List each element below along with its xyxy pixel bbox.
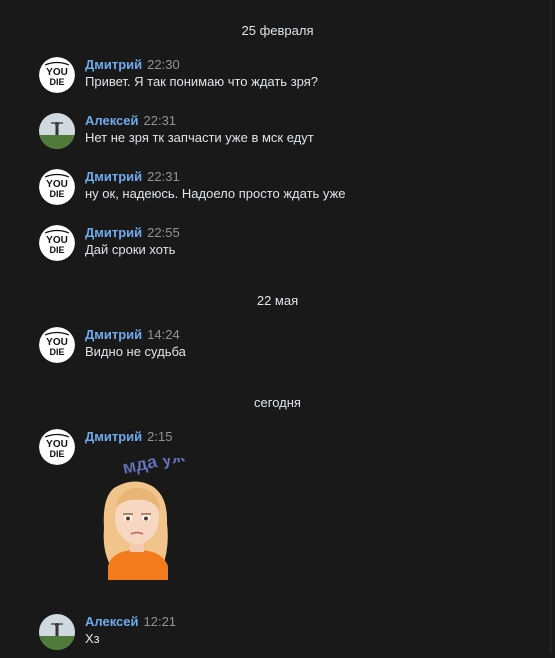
avatar-dmitry[interactable]: YOU DIE	[39, 327, 75, 363]
message-author[interactable]: Алексей	[85, 113, 139, 128]
message-time: 22:30	[147, 57, 180, 72]
youdie-avatar-icon: YOU DIE	[39, 327, 75, 363]
message-text: Нет не зря тк запчасти уже в мск едут	[85, 130, 314, 145]
landscape-avatar-icon	[39, 614, 75, 650]
youdie-avatar-icon: YOU DIE	[39, 169, 75, 205]
message-text: Видно не судьба	[85, 344, 186, 359]
message-author[interactable]: Дмитрий	[85, 327, 142, 342]
avatar-alexey[interactable]	[39, 113, 75, 149]
message-time: 12:21	[143, 614, 177, 629]
svg-text:DIE: DIE	[49, 245, 64, 255]
message-time: 22:55	[147, 225, 180, 240]
youdie-avatar-icon: YOU DIE	[39, 57, 75, 93]
message-item: YOU DIE Дмитрий 22:31 ну ок, надеюсь. Над…	[39, 169, 539, 213]
message-author[interactable]: Дмитрий	[85, 225, 142, 240]
message-author[interactable]: Алексей	[85, 614, 139, 629]
avatar-dmitry[interactable]: YOU DIE	[39, 169, 75, 205]
message-item: Алексей 12:21 Хз	[39, 614, 539, 658]
date-divider: 25 февраля	[241, 23, 314, 38]
scrollbar[interactable]	[547, 0, 553, 653]
message-item: Алексей 22:31 Нет не зря тк запчасти уже …	[39, 113, 539, 157]
message-author[interactable]: Дмитрий	[85, 429, 142, 444]
message-time: 22:31	[143, 113, 177, 128]
scrollbar-track	[550, 0, 552, 653]
svg-text:мда уж: мда уж	[121, 458, 187, 478]
avatar-alexey[interactable]	[39, 614, 75, 650]
message-text: ну ок, надеюсь. Надоело просто ждать уже	[85, 186, 346, 201]
message-author[interactable]: Дмитрий	[85, 57, 142, 72]
message-text: Привет. Я так понимаю что ждать зря?	[85, 74, 319, 89]
message-text: Хз	[85, 631, 100, 646]
svg-text:DIE: DIE	[49, 77, 64, 87]
svg-text:DIE: DIE	[49, 449, 64, 459]
date-divider: 22 мая	[256, 293, 299, 308]
message-item: YOU DIE Дмитрий 22:55 Дай сроки хоть	[39, 225, 539, 269]
message-author[interactable]: Дмитрий	[85, 169, 142, 184]
date-divider: сегодня	[254, 395, 301, 410]
avatar-dmitry[interactable]: YOU DIE	[39, 225, 75, 261]
message-time: 14:24	[147, 327, 180, 342]
youdie-avatar-icon: YOU DIE	[39, 225, 75, 261]
sticker-image[interactable]: мда уж	[72, 445, 202, 588]
landscape-avatar-icon	[39, 113, 75, 149]
message-item: YOU DIE Дмитрий 22:30 Привет. Я так поним…	[39, 57, 539, 101]
girl-sticker-icon: мда уж	[103, 445, 187, 580]
svg-text:DIE: DIE	[49, 189, 64, 199]
message-text: Дай сроки хоть	[85, 242, 176, 257]
youdie-avatar-icon: YOU DIE	[39, 429, 75, 465]
avatar-dmitry[interactable]: YOU DIE	[39, 429, 75, 465]
message-item: YOU DIE Дмитрий 14:24 Видно не судьба	[39, 327, 539, 371]
message-time: 22:31	[147, 169, 180, 184]
svg-text:DIE: DIE	[49, 347, 64, 357]
avatar-dmitry[interactable]: YOU DIE	[39, 57, 75, 93]
message-time: 2:15	[147, 429, 173, 444]
